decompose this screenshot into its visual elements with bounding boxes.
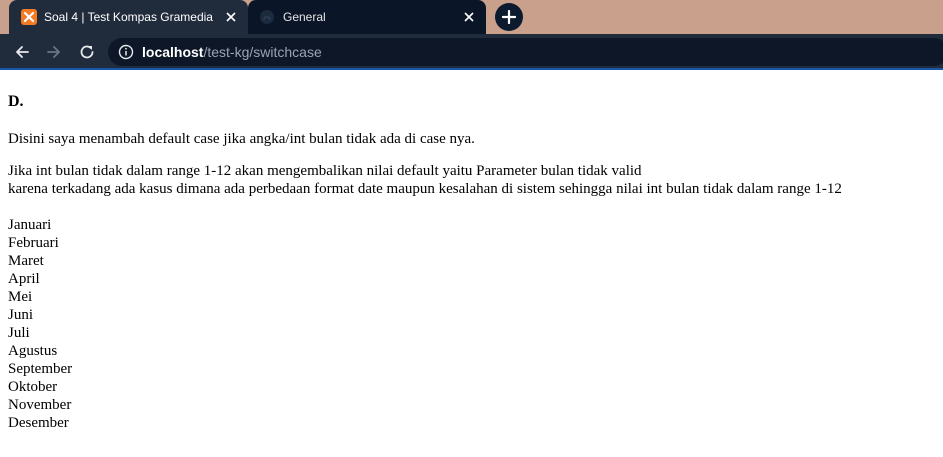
page-heading: D. <box>8 93 24 110</box>
tab-general[interactable]: General <box>248 0 486 34</box>
month-item: Juni <box>8 307 34 323</box>
tab-title: Soal 4 | Test Kompas Gramedia <box>44 10 213 24</box>
month-item: April <box>8 271 40 287</box>
month-item: Januari <box>8 217 52 233</box>
paragraph-range: Jika int bulan tidak dalam range 1-12 ak… <box>8 162 938 198</box>
month-item: Mei <box>8 289 33 305</box>
arrow-left-icon <box>16 46 29 58</box>
paragraph-default-case: Disini saya menambah default case jika a… <box>8 131 475 147</box>
reload-button[interactable] <box>75 40 99 64</box>
tab-title: General <box>283 10 326 24</box>
reload-icon <box>80 45 94 59</box>
address-bar[interactable]: localhost/test-kg/switchcase <box>108 38 943 66</box>
paragraph-range-line-1: Jika int bulan tidak dalam range 1-12 ak… <box>8 163 642 179</box>
url-path: /test-kg/switchcase <box>203 44 322 60</box>
xampp-icon <box>21 9 37 25</box>
month-item: Februari <box>8 235 59 251</box>
month-item: Desember <box>8 415 69 431</box>
tab-soal-4[interactable]: Soal 4 | Test Kompas Gramedia <box>9 0 248 34</box>
info-icon[interactable] <box>118 44 134 60</box>
month-item: September <box>8 361 73 377</box>
page-content: D. Disini saya menambah default case jik… <box>8 72 938 432</box>
close-icon[interactable] <box>222 8 240 26</box>
paragraph-range-line-2: karena terkadang ada kasus dimana ada pe… <box>8 181 842 197</box>
url-text: localhost/test-kg/switchcase <box>142 44 322 60</box>
month-list: Januari Februari Maret April Mei Juni Ju… <box>8 216 938 432</box>
month-item: Agustus <box>8 343 58 359</box>
new-tab-button[interactable] <box>495 3 523 31</box>
month-item: Juli <box>8 325 30 341</box>
url-host: localhost <box>142 44 204 60</box>
github-icon <box>259 9 275 25</box>
browser-toolbar: localhost/test-kg/switchcase <box>0 34 943 70</box>
month-item: November <box>8 397 72 413</box>
month-item: Oktober <box>8 379 58 395</box>
tab-strip: Soal 4 | Test Kompas Gramedia General <box>0 0 943 34</box>
arrow-right-icon <box>47 46 60 58</box>
close-icon[interactable] <box>460 8 478 26</box>
forward-button[interactable] <box>42 40 66 64</box>
back-button[interactable] <box>10 40 34 64</box>
month-item: Maret <box>8 253 44 269</box>
plus-icon <box>502 10 516 24</box>
